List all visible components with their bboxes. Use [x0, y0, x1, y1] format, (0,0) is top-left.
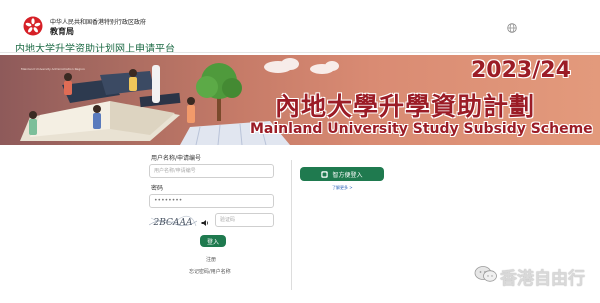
- globe-icon[interactable]: [507, 23, 517, 33]
- password-label: 密码: [151, 185, 164, 192]
- forgot-password-link[interactable]: 忘记密码/用户名称: [189, 268, 231, 275]
- hksar-emblem-icon: [23, 16, 43, 36]
- captcha-image: 2BCAAA: [149, 213, 197, 230]
- top-header: 中华人民共和国香港特别行政区政府 教育局: [0, 0, 600, 42]
- title-divider: [0, 52, 600, 53]
- learn-more-link[interactable]: 了解更多 >: [332, 185, 353, 191]
- banner-title-chinese: 內地大學升學資助計劃: [275, 92, 536, 121]
- watermark-text: 香港自由行: [500, 269, 585, 289]
- bureau-name: 教育局: [50, 27, 74, 36]
- banner-small-caption: Mainland University Administration Regio…: [21, 67, 85, 71]
- password-input[interactable]: ••••••••: [149, 194, 274, 208]
- column-divider: [291, 160, 292, 290]
- audio-captcha-icon[interactable]: [201, 219, 209, 227]
- scheme-banner: Mainland University Administration Regio…: [0, 55, 600, 145]
- username-label: 用户名称/申请编号: [151, 155, 202, 162]
- iamsmart-login-label: 智方便登入: [332, 171, 363, 179]
- iamsmart-icon: [321, 170, 329, 178]
- captcha-input[interactable]: [215, 213, 274, 227]
- government-name: 中华人民共和国香港特别行政区政府: [50, 19, 147, 26]
- wechat-watermark-icon: [474, 266, 497, 282]
- captcha-text: 2BCAAA: [153, 218, 193, 228]
- banner-year: 2023/24: [471, 58, 571, 83]
- banner-title-english: Mainland University Study Subsidy Scheme: [250, 121, 593, 137]
- register-link[interactable]: 注册: [206, 256, 216, 263]
- login-button[interactable]: 登入: [200, 235, 226, 247]
- username-input[interactable]: [149, 164, 274, 178]
- iamsmart-login-button[interactable]: 智方便登入: [300, 167, 384, 181]
